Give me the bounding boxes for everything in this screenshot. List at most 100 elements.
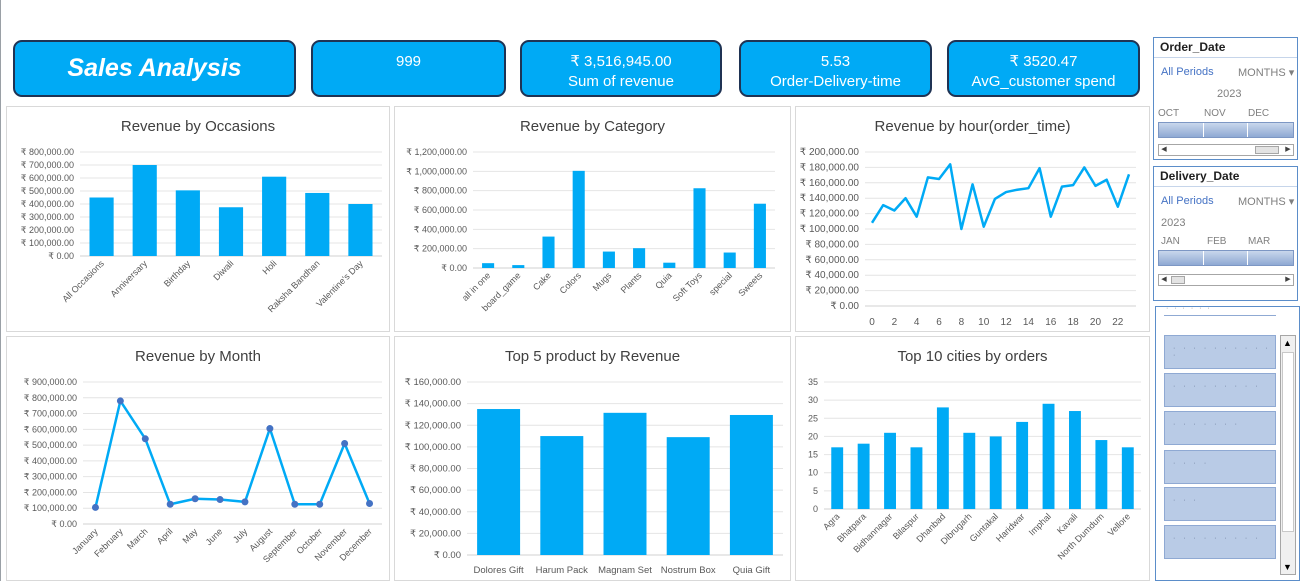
kpi-value: ₹ 3,516,945.00 (570, 53, 672, 70)
scroll-right-icon[interactable]: ▶ (1283, 275, 1293, 285)
delivery-date-slicer[interactable]: Delivery_Date All Periods MONTHS ▾ 2023 … (1153, 166, 1298, 301)
list-scrollbar[interactable]: ▲ ▼ (1280, 335, 1296, 575)
bar (831, 447, 844, 509)
y-tick-label: ₹ 300,000.00 (24, 472, 77, 482)
y-tick-label: 20 (808, 431, 818, 441)
slicer-title: Delivery_Date (1154, 167, 1297, 187)
data-point (266, 425, 274, 433)
y-tick-label: ₹ 1,000,000.00 (406, 166, 467, 176)
bar (512, 265, 525, 268)
scroll-thumb[interactable] (1282, 352, 1294, 532)
slicer-item[interactable]: · · · · · · · · · (1164, 525, 1276, 559)
scroll-thumb[interactable] (1171, 276, 1185, 284)
y-tick-label: ₹ 0.00 (51, 519, 77, 529)
bar (603, 412, 647, 555)
x-tick-label: Sweets (736, 270, 764, 298)
timeline-scrollbar[interactable]: ◀ ▶ (1158, 144, 1294, 156)
scroll-left-icon[interactable]: ◀ (1159, 145, 1169, 155)
x-tick-label: 18 (1068, 317, 1080, 328)
order-date-slicer[interactable]: Order_Date All Periods MONTHS ▾ 2023 OCT… (1153, 37, 1298, 160)
scroll-thumb[interactable] (1255, 146, 1279, 154)
chart-occasions: ₹ 0.00 ₹ 100,000.00 ₹ 200,000.00 ₹ 300,000.… (21, 147, 382, 314)
bar (963, 432, 976, 509)
x-tick-label: Mugs (591, 270, 614, 293)
x-tick-label: 14 (1023, 317, 1035, 328)
y-tick-label: ₹ 60,000.00 (410, 485, 461, 496)
scroll-left-icon[interactable]: ◀ (1159, 275, 1169, 285)
bar (884, 432, 896, 509)
x-tick-label: 22 (1112, 317, 1124, 328)
y-tick-label: ₹ 140,000.00 (405, 399, 461, 410)
scroll-down-icon[interactable]: ▼ (1283, 562, 1292, 572)
slicer-item[interactable]: · · · (1164, 487, 1276, 521)
bar (477, 409, 521, 555)
chart-panel-cities[interactable]: Top 10 cities by orders 0 5 10 15 20 25 30 35 Ag… (795, 336, 1150, 581)
kpi-value: ₹ 3520.47 (1009, 53, 1078, 70)
bar (348, 204, 373, 256)
slicer-item[interactable]: · · · · · · · · · · · (1164, 335, 1276, 369)
x-tick-label: Quia (653, 270, 674, 291)
y-tick-label: 30 (808, 395, 818, 405)
kpi-label: Sum of revenue (568, 73, 674, 90)
series-line (870, 163, 1131, 231)
slicer-item[interactable]: · · · · · · · · · (1164, 373, 1276, 407)
y-tick-label: 0 (813, 504, 818, 514)
x-tick-label: 20 (1090, 317, 1102, 328)
all-periods-label: All Periods (1161, 195, 1214, 207)
slicer-item[interactable]: · · · · · · · (1164, 411, 1276, 445)
chart-panel-top5[interactable]: Top 5 product by Revenue ₹ 0.00 ₹ 20,000.… (394, 336, 791, 581)
bar (482, 263, 495, 268)
y-tick-label: ₹ 80,000.00 (805, 239, 859, 250)
data-point (366, 499, 374, 507)
x-tick-label: April (155, 526, 175, 546)
timeline-bar[interactable] (1158, 122, 1294, 138)
data-point (91, 503, 99, 511)
y-tick-label: ₹ 800,000.00 (24, 393, 77, 403)
time-level-dropdown[interactable]: MONTHS ▾ (1238, 66, 1294, 79)
x-tick-label: Anniversary (108, 258, 149, 299)
y-tick-label: ₹ 1,200,000.00 (406, 147, 467, 157)
y-tick-label: ₹ 700,000.00 (21, 160, 74, 170)
data-point (341, 440, 349, 448)
bar (729, 414, 773, 555)
chart-panel-category[interactable]: Revenue by Category ₹ 0.00 ₹ 200,000.00 ₹ … (394, 106, 791, 332)
timeline-bar[interactable] (1158, 250, 1294, 266)
series-line (94, 399, 371, 508)
y-tick-label: ₹ 800,000.00 (414, 186, 467, 196)
y-tick-label: ₹ 200,000.00 (24, 487, 77, 497)
y-tick-label: ₹ 60,000.00 (805, 255, 859, 266)
timeline-scrollbar[interactable]: ◀ ▶ (1158, 274, 1294, 286)
scroll-right-icon[interactable]: ▶ (1283, 145, 1293, 155)
y-tick-label: ₹ 80,000.00 (410, 464, 461, 475)
data-point (191, 495, 199, 503)
y-tick-label: 10 (808, 468, 818, 478)
y-tick-label: ₹ 40,000.00 (410, 507, 461, 518)
y-tick-label: ₹ 900,000.00 (24, 377, 77, 387)
y-tick-label: ₹ 100,000.00 (405, 442, 461, 453)
data-point (216, 496, 224, 504)
y-tick-label: ₹ 600,000.00 (24, 424, 77, 434)
bar (753, 203, 766, 268)
x-tick-label: Kavali (1055, 511, 1079, 535)
kpi-sum-revenue: ₹ 3,516,945.00 Sum of revenue (520, 40, 722, 97)
y-tick-label: ₹ 600,000.00 (414, 205, 467, 215)
time-level-dropdown[interactable]: MONTHS ▾ (1238, 195, 1294, 208)
x-tick-label: Dolores Gift (474, 565, 525, 576)
list-slicer[interactable]: · · · · · · · · · · · · · · · · · · · · … (1155, 305, 1300, 581)
chart-panel-hour[interactable]: Revenue by hour(order_time) ₹ 0.00 ₹ 20,0… (795, 106, 1150, 332)
chart-month: ₹ 0.00 ₹ 100,000.00 ₹ 200,000.00 ₹ 300,000.… (24, 377, 382, 565)
y-tick-label: 35 (808, 377, 818, 387)
y-tick-label: ₹ 0.00 (434, 550, 461, 561)
slicer-item[interactable]: · · · · (1164, 450, 1276, 484)
y-tick-label: ₹ 0.00 (830, 301, 859, 312)
x-tick-label: Birthday (162, 258, 193, 289)
kpi-label: Order-Delivery-time (770, 73, 901, 90)
scroll-up-icon[interactable]: ▲ (1283, 338, 1292, 348)
chart-panel-month[interactable]: Revenue by Month ₹ 0.00 ₹ 100,000.00 ₹ 200… (6, 336, 390, 581)
bar (936, 407, 949, 509)
x-tick-label: May (180, 526, 199, 545)
timeline-month-mar: MAR (1248, 236, 1271, 247)
chart-panel-occasions[interactable]: Revenue by Occasions ₹ 0.00 ₹ 100,000.00 ₹… (6, 106, 390, 332)
x-tick-label: Valentine's Day (314, 258, 365, 309)
data-point (116, 397, 124, 405)
